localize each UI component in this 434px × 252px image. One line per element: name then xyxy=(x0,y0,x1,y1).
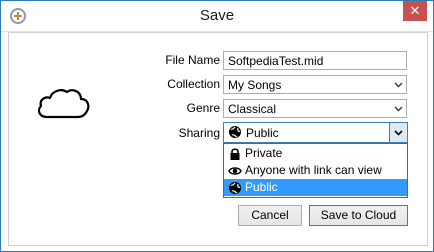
cloud-icon xyxy=(37,89,90,119)
sharing-options-list: Private Anyone with link can view Public xyxy=(223,143,408,198)
sharing-select[interactable]: Public xyxy=(223,122,408,143)
option-label: Public xyxy=(245,180,278,194)
eye-icon xyxy=(228,167,242,175)
globe-icon xyxy=(229,126,241,138)
window-title: Save xyxy=(199,7,235,24)
chevron-down-icon xyxy=(394,130,403,136)
sharing-dropdown-button[interactable] xyxy=(389,123,407,142)
genre-value: Classical xyxy=(228,102,277,116)
chevron-down-icon xyxy=(394,82,403,88)
file-name-label: File Name xyxy=(165,53,220,67)
dialog-body: File Name SoftpediaTest.mid Collection M… xyxy=(8,32,428,246)
collection-label: Collection xyxy=(167,77,220,91)
save-dialog: Save ✕ File Name SoftpediaTest.mid Colle… xyxy=(0,0,434,252)
close-button[interactable]: ✕ xyxy=(403,1,427,21)
sharing-option-link[interactable]: Anyone with link can view xyxy=(224,162,407,179)
globe-icon xyxy=(229,182,241,194)
chevron-down-icon xyxy=(394,106,403,112)
file-name-value: SoftpediaTest.mid xyxy=(228,54,324,68)
genre-select[interactable]: Classical xyxy=(223,99,407,118)
cancel-button[interactable]: Cancel xyxy=(238,205,302,226)
option-label: Private xyxy=(245,146,283,160)
genre-label: Genre xyxy=(186,101,220,115)
sharing-label: Sharing xyxy=(178,126,220,140)
file-name-input[interactable]: SoftpediaTest.mid xyxy=(223,51,407,70)
lock-icon xyxy=(230,148,240,160)
save-to-cloud-button[interactable]: Save to Cloud xyxy=(309,205,408,226)
close-icon: ✕ xyxy=(409,3,421,18)
sharing-value: Public xyxy=(246,126,279,140)
collection-select[interactable]: My Songs xyxy=(223,75,407,94)
option-label: Anyone with link can view xyxy=(245,163,382,177)
sharing-option-private[interactable]: Private xyxy=(224,145,407,162)
collection-value: My Songs xyxy=(228,78,282,92)
sharing-option-public[interactable]: Public xyxy=(224,179,407,196)
title-bar[interactable]: Save ✕ xyxy=(1,1,433,32)
